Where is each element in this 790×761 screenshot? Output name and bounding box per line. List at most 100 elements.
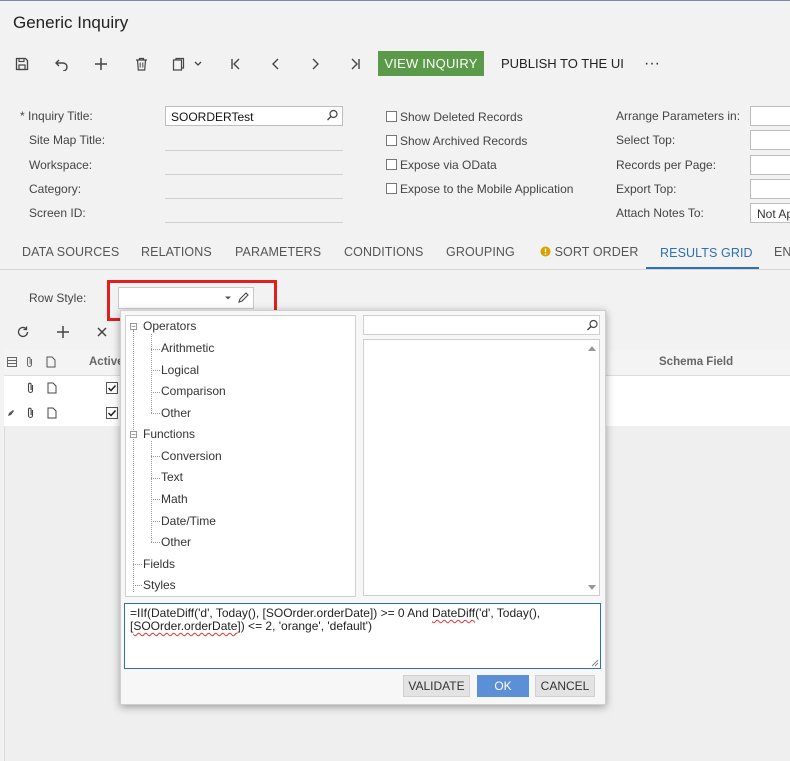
add-row-button[interactable]: [50, 320, 76, 344]
tree-branch: [151, 413, 160, 414]
tree-operators-other[interactable]: Other: [161, 406, 191, 420]
row-style-label: Row Style:: [29, 291, 87, 305]
show-deleted-label: Show Deleted Records: [400, 110, 523, 124]
active-tab-indicator: [646, 267, 759, 269]
first-record-button[interactable]: [223, 52, 249, 76]
add-button[interactable]: [88, 52, 114, 76]
trash-icon: [135, 57, 147, 71]
next-record-button[interactable]: [302, 52, 328, 76]
tree-text[interactable]: Text: [161, 470, 183, 484]
site-map-title-input[interactable]: [165, 150, 343, 151]
export-top-label: Export Top:: [616, 182, 677, 196]
function-list[interactable]: [363, 339, 600, 596]
attach-notes-select[interactable]: Not Ap: [750, 203, 790, 223]
select-top-input[interactable]: [750, 130, 790, 150]
resize-handle-icon[interactable]: [591, 659, 599, 667]
tree-branch: [151, 349, 160, 350]
search-icon[interactable]: [326, 109, 339, 125]
tree-datetime[interactable]: Date/Time: [161, 514, 216, 528]
category-label: Category:: [29, 182, 82, 196]
tree-fields[interactable]: Fields: [143, 557, 175, 571]
attachment-icon[interactable]: [26, 382, 35, 394]
tab-parameters[interactable]: PARAMETERS: [235, 245, 321, 259]
scroll-up-icon[interactable]: [587, 345, 597, 352]
tab-entry-point[interactable]: EN: [774, 245, 790, 259]
arrange-parameters-label: Arrange Parameters in:: [616, 109, 741, 123]
export-top-input[interactable]: [750, 179, 790, 199]
save-button[interactable]: [9, 52, 35, 76]
records-per-page-input[interactable]: [750, 155, 790, 175]
tree-functions-other[interactable]: Other: [161, 535, 191, 549]
active-checkbox[interactable]: [106, 382, 118, 394]
tab-relations[interactable]: RELATIONS: [141, 245, 212, 259]
ok-button[interactable]: OK: [477, 675, 529, 697]
records-per-page-label: Records per Page:: [616, 158, 717, 172]
formula-textarea[interactable]: =IIf(DateDiff('d', Today(), [SOOrder.ord…: [124, 603, 601, 669]
tab-sort-order[interactable]: SORT ORDER: [540, 245, 638, 259]
attachment-icon: [27, 356, 32, 367]
tree-branch: [151, 456, 160, 457]
clipboard-icon: [172, 57, 185, 71]
expose-odata-checkbox[interactable]: [386, 159, 397, 170]
function-search-input[interactable]: [363, 315, 600, 335]
tree-guide-line: [151, 334, 152, 413]
collapse-functions-icon[interactable]: −: [130, 431, 137, 439]
note-icon[interactable]: [47, 382, 57, 394]
tree-arithmetic[interactable]: Arithmetic: [161, 341, 214, 355]
tree-logical[interactable]: Logical: [161, 363, 199, 377]
formula-text-squiggle: DateDiff: [431, 606, 476, 620]
validate-button[interactable]: VALIDATE: [403, 675, 470, 697]
attach-notes-label: Attach Notes To:: [616, 206, 704, 220]
tab-data-sources[interactable]: DATA SOURCES: [22, 245, 119, 259]
select-top-label: Select Top:: [616, 133, 676, 147]
tab-results-grid[interactable]: RESULTS GRID: [660, 246, 753, 260]
active-checkbox[interactable]: [106, 407, 118, 419]
publish-to-ui-button[interactable]: PUBLISH TO THE UI: [493, 51, 632, 76]
tree-branch: [151, 392, 160, 393]
tab-conditions[interactable]: CONDITIONS: [344, 245, 423, 259]
inquiry-title-value: SOORDERTest: [171, 110, 254, 124]
screen-id-input[interactable]: [165, 222, 343, 223]
tree-styles[interactable]: Styles: [143, 578, 176, 592]
tab-grouping[interactable]: GROUPING: [446, 245, 515, 259]
previous-record-button[interactable]: [263, 52, 289, 76]
inquiry-title-input[interactable]: SOORDERTest: [165, 106, 343, 126]
note-icon[interactable]: [47, 407, 57, 419]
show-deleted-checkbox[interactable]: [386, 111, 397, 122]
tree-operators[interactable]: Operators: [143, 319, 196, 333]
formula-text-squiggle: SOOrder.orderDate: [133, 619, 238, 633]
more-actions-button[interactable]: ···: [640, 51, 664, 76]
show-archived-checkbox[interactable]: [386, 135, 397, 146]
tree-conversion[interactable]: Conversion: [161, 449, 222, 463]
refresh-button[interactable]: [10, 320, 36, 344]
tree-branch: [151, 521, 160, 522]
delete-row-button[interactable]: [89, 320, 115, 344]
screen-id-label: Screen ID:: [29, 206, 86, 220]
tree-comparison[interactable]: Comparison: [161, 384, 226, 398]
search-icon[interactable]: [586, 319, 599, 332]
scroll-down-icon[interactable]: [587, 584, 597, 591]
arrange-parameters-input[interactable]: [750, 106, 790, 126]
tree-branch: [151, 370, 160, 371]
workspace-input[interactable]: [165, 174, 343, 175]
expose-mobile-label: Expose to the Mobile Application: [400, 182, 574, 196]
clipboard-button[interactable]: [168, 52, 210, 76]
tree-branch: [133, 564, 142, 565]
attachment-icon[interactable]: [26, 407, 35, 419]
chevron-down-icon: [194, 61, 202, 66]
plus-icon: [95, 58, 107, 70]
expose-mobile-checkbox[interactable]: [386, 183, 397, 194]
tree-branch: [133, 585, 142, 586]
tree-math[interactable]: Math: [161, 492, 188, 506]
collapse-operators-icon[interactable]: −: [130, 323, 137, 331]
column-settings-icon[interactable]: [7, 357, 17, 367]
view-inquiry-button[interactable]: VIEW INQUIRY: [378, 51, 484, 76]
last-record-button[interactable]: [342, 52, 368, 76]
column-schema-field[interactable]: Schema Field: [659, 356, 733, 368]
undo-button[interactable]: [48, 52, 74, 76]
tree-functions[interactable]: Functions: [143, 427, 195, 441]
category-input[interactable]: [165, 198, 343, 199]
cancel-button[interactable]: CANCEL: [535, 675, 595, 697]
delete-button[interactable]: [128, 52, 154, 76]
column-active[interactable]: Active: [89, 356, 124, 368]
